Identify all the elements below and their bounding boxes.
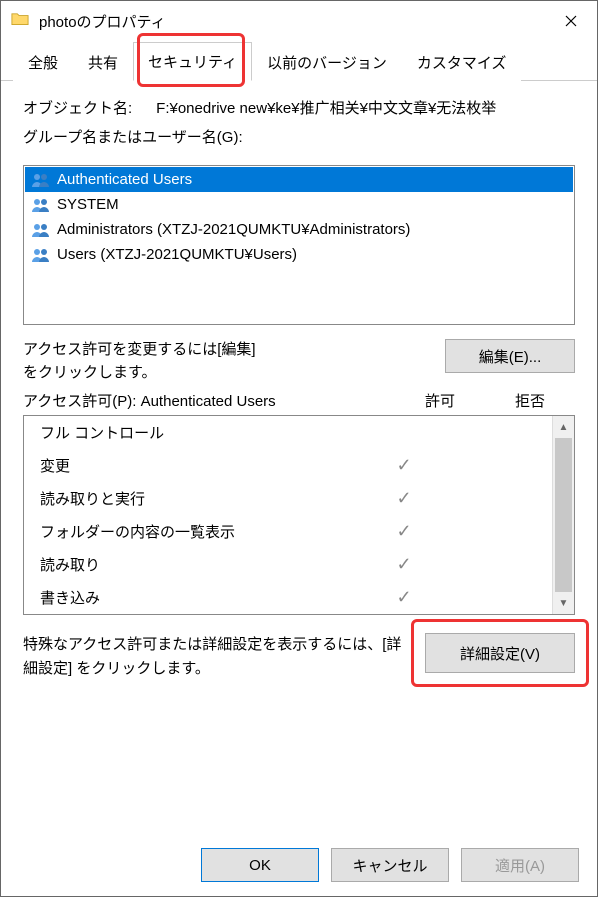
permission-row: 書き込み ✓ xyxy=(24,581,552,614)
tab-previous-versions[interactable]: 以前のバージョン xyxy=(252,43,402,81)
users-icon xyxy=(31,222,51,238)
allow-header: 許可 xyxy=(395,390,485,411)
permissions-list: フル コントロール 変更 ✓ 読み取りと実行 ✓ フォルダーの内容の一覧表示 ✓ xyxy=(23,415,575,615)
allow-cell: ✓ xyxy=(360,554,448,575)
object-name-value: F:¥onedrive new¥ke¥推广相关¥中文文章¥无法枚举 xyxy=(156,97,496,118)
allow-cell: ✓ xyxy=(360,521,448,542)
list-item[interactable]: Administrators (XTZJ-2021QUMKTU¥Administ… xyxy=(25,217,573,242)
edit-permissions-row: アクセス許可を変更するには[編集] をクリックします。 編集(E)... xyxy=(23,339,575,384)
folder-icon xyxy=(11,12,29,30)
edit-button[interactable]: 編集(E)... xyxy=(445,339,575,373)
permission-name: 変更 xyxy=(40,455,360,476)
permission-row: 読み取り ✓ xyxy=(24,548,552,581)
titlebar: photoのプロパティ xyxy=(1,1,597,41)
window-title: photoのプロパティ xyxy=(39,11,549,32)
object-name-label: オブジェクト名: xyxy=(23,97,132,118)
list-item-label: Administrators (XTZJ-2021QUMKTU¥Administ… xyxy=(57,221,410,238)
tab-customize[interactable]: カスタマイズ xyxy=(402,43,522,81)
list-item-label: Users (XTZJ-2021QUMKTU¥Users) xyxy=(57,246,297,263)
apply-button[interactable]: 適用(A) xyxy=(461,848,579,882)
permissions-for-label: アクセス許可(P): Authenticated Users xyxy=(23,390,395,411)
scroll-up-icon[interactable]: ▲ xyxy=(553,416,574,438)
users-icon xyxy=(31,172,51,188)
advanced-row: 特殊なアクセス許可または詳細設定を表示するには、[詳細設定] をクリックします。… xyxy=(23,633,575,681)
cancel-button[interactable]: キャンセル xyxy=(331,848,449,882)
scroll-down-icon[interactable]: ▼ xyxy=(553,592,574,614)
dialog-buttons: OK キャンセル 適用(A) xyxy=(1,834,597,896)
tabs: 全般 共有 セキュリティ 以前のバージョン カスタマイズ xyxy=(1,41,597,81)
groups-label: グループ名またはユーザー名(G): xyxy=(23,126,575,147)
users-icon xyxy=(31,247,51,263)
tab-general[interactable]: 全般 xyxy=(13,43,73,81)
permissions-header: アクセス許可(P): Authenticated Users 許可 拒否 xyxy=(23,390,575,411)
deny-header: 拒否 xyxy=(485,390,575,411)
allow-cell: ✓ xyxy=(360,488,448,509)
advanced-button[interactable]: 詳細設定(V) xyxy=(425,633,575,673)
ok-button[interactable]: OK xyxy=(201,848,319,882)
permission-row: 変更 ✓ xyxy=(24,449,552,482)
users-list[interactable]: Authenticated Users SYSTEM Administrator… xyxy=(23,165,575,325)
permission-row: フォルダーの内容の一覧表示 ✓ xyxy=(24,515,552,548)
object-name-row: オブジェクト名: F:¥onedrive new¥ke¥推广相关¥中文文章¥无法… xyxy=(23,97,575,118)
permission-name: 読み取り xyxy=(40,554,360,575)
tab-content: オブジェクト名: F:¥onedrive new¥ke¥推广相关¥中文文章¥无法… xyxy=(1,81,597,834)
list-item-label: SYSTEM xyxy=(57,196,119,213)
advanced-hint-text: 特殊なアクセス許可または詳細設定を表示するには、[詳細設定] をクリックします。 xyxy=(23,633,407,681)
list-item[interactable]: SYSTEM xyxy=(25,192,573,217)
close-button[interactable] xyxy=(549,3,593,39)
allow-cell: ✓ xyxy=(360,587,448,608)
list-item[interactable]: Authenticated Users xyxy=(25,167,573,192)
scroll-thumb[interactable] xyxy=(555,438,572,592)
permission-name: 書き込み xyxy=(40,587,360,608)
tab-sharing[interactable]: 共有 xyxy=(73,43,133,81)
edit-hint-text: アクセス許可を変更するには[編集] をクリックします。 xyxy=(23,339,433,384)
scrollbar[interactable]: ▲ ▼ xyxy=(552,416,574,614)
allow-cell: ✓ xyxy=(360,455,448,476)
users-icon xyxy=(31,197,51,213)
permission-name: 読み取りと実行 xyxy=(40,488,360,509)
permission-name: フォルダーの内容の一覧表示 xyxy=(40,521,360,542)
properties-dialog: photoのプロパティ 全般 共有 セキュリティ 以前のバージョン カスタマイズ… xyxy=(0,0,598,897)
permission-row: 読み取りと実行 ✓ xyxy=(24,482,552,515)
tab-security[interactable]: セキュリティ xyxy=(133,42,252,81)
list-item-label: Authenticated Users xyxy=(57,171,192,188)
permission-name: フル コントロール xyxy=(40,422,360,443)
permission-row: フル コントロール xyxy=(24,416,552,449)
list-item[interactable]: Users (XTZJ-2021QUMKTU¥Users) xyxy=(25,242,573,267)
